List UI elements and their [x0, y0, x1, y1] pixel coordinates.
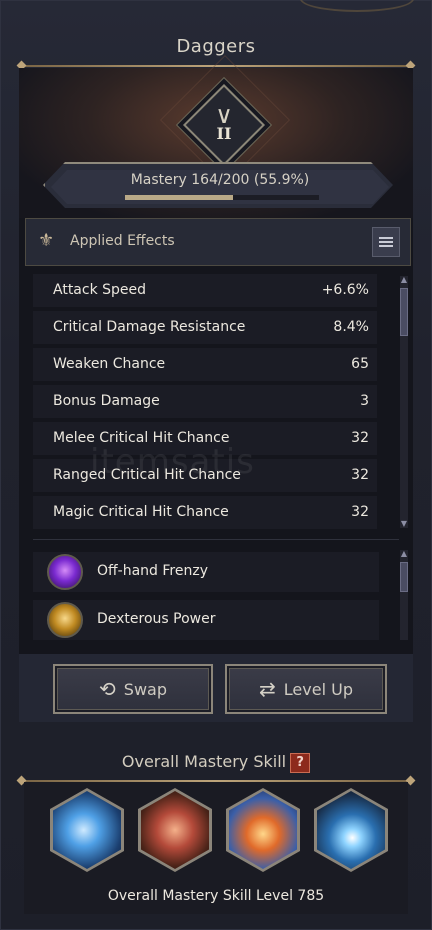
mastery-panel: Daggers ∨ II Mastery 164/200 (55.9%) ⚜ A…	[0, 0, 432, 930]
stats-scrollbar[interactable]: ▲ ▼	[400, 276, 408, 528]
stat-row: Critical Damage Resistance 8.4%	[33, 311, 377, 344]
skill-effect-name: Off-hand Frenzy	[97, 563, 208, 579]
mastery-card: ∨ II Mastery 164/200 (55.9%) ⚜ Applied E…	[19, 54, 413, 722]
skills-scrollbar[interactable]: ▲	[400, 550, 408, 640]
help-icon[interactable]: ?	[290, 753, 311, 773]
mastery-progress-track	[125, 195, 319, 200]
page-title: Daggers	[176, 36, 256, 57]
weapon-banner: ∨ II Mastery 164/200 (55.9%)	[19, 54, 413, 218]
stat-value: +6.6%	[321, 282, 369, 298]
skill-effect-row: Dexterous Power	[33, 600, 379, 640]
applied-effects-header: ⚜ Applied Effects	[25, 218, 411, 266]
stat-name: Weaken Chance	[53, 356, 166, 372]
stat-row: Magic Critical Hit Chance 32	[33, 496, 377, 529]
level-up-button-label: Level Up	[283, 679, 353, 699]
mastery-progress-fill	[125, 195, 234, 200]
stat-row: Attack Speed +6.6%	[33, 274, 377, 307]
mastery-label: Mastery 164/200 (55.9%)	[130, 172, 310, 188]
overall-mastery-skill-title: Overall Mastery Skill?	[0, 752, 432, 773]
stat-row: Weaken Chance 65	[33, 348, 377, 381]
off-hand-frenzy-icon	[47, 554, 83, 590]
stat-value: 32	[351, 430, 369, 446]
stat-value: 32	[351, 467, 369, 483]
skill-effects-list: Off-hand Frenzy Dexterous Power	[33, 552, 379, 648]
fleur-de-lis-icon: ⚜	[38, 230, 55, 251]
stat-name: Magic Critical Hit Chance	[53, 504, 229, 520]
rank-numeral: II	[216, 124, 232, 143]
skill-effect-row: Off-hand Frenzy	[33, 552, 379, 592]
stat-value: 32	[351, 504, 369, 520]
top-ornament	[300, 0, 414, 12]
overall-mastery-skill-level: Overall Mastery Skill Level 785	[107, 888, 325, 904]
exchange-arrows-icon: ⇄	[259, 677, 276, 701]
swap-button-label: Swap	[123, 679, 167, 699]
list-view-button[interactable]	[372, 227, 400, 257]
swap-button[interactable]: ⟲ Swap	[53, 664, 213, 714]
applied-effects-title: Applied Effects	[70, 233, 175, 249]
skill-effect-name: Dexterous Power	[97, 611, 216, 627]
level-up-button[interactable]: ⇄ Level Up	[225, 664, 387, 714]
section-divider	[33, 539, 399, 540]
skills-scroll-thumb[interactable]	[400, 562, 408, 592]
stat-value: 3	[360, 393, 369, 409]
overall-mastery-skill-label: Overall Mastery Skill	[121, 752, 287, 771]
swap-icon: ⟲	[99, 677, 116, 701]
dexterous-power-icon	[47, 602, 83, 638]
dagger-icon: ∨	[215, 101, 233, 129]
stat-name: Attack Speed	[53, 282, 147, 298]
mastery-bar: Mastery 164/200 (55.9%)	[43, 162, 393, 208]
stats-list: Attack Speed +6.6% Critical Damage Resis…	[33, 274, 377, 532]
stat-name: Critical Damage Resistance	[53, 319, 246, 335]
stats-scroll-thumb[interactable]	[400, 288, 408, 336]
watermark: itemsatis	[90, 442, 255, 482]
stat-value: 65	[351, 356, 369, 372]
stat-name: Bonus Damage	[53, 393, 160, 409]
stat-value: 8.4%	[333, 319, 369, 335]
stat-row: Bonus Damage 3	[33, 385, 377, 418]
